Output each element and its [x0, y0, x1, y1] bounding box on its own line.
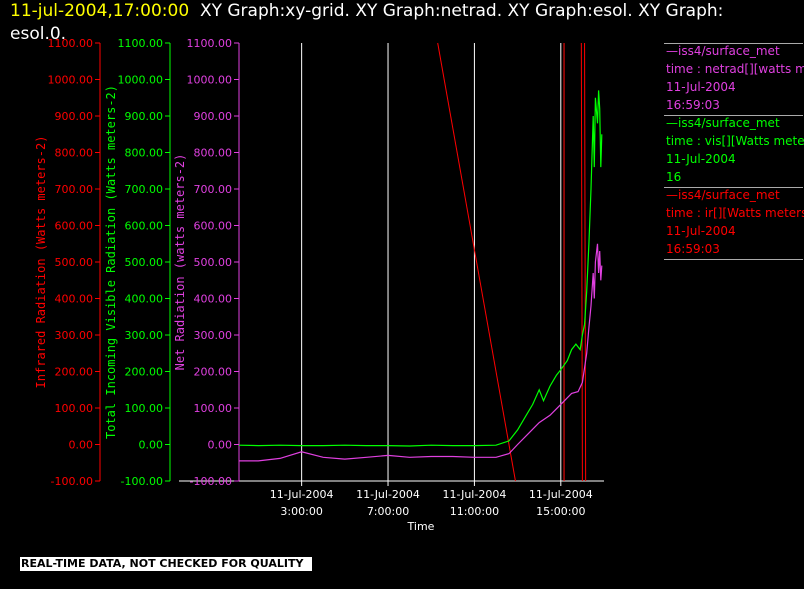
y-tick-label-vis: 200.00	[125, 366, 164, 379]
y-tick-label-vis: 1100.00	[118, 37, 164, 50]
y-tick-label-vis: 100.00	[125, 402, 164, 415]
y-tick-label-ir: 700.00	[55, 183, 94, 196]
y-tick-label-ir: 1100.00	[48, 37, 94, 50]
y-tick-label-ir: 400.00	[55, 293, 94, 306]
x-axis-label: Time	[407, 520, 435, 533]
y-tick-label-vis: 700.00	[125, 183, 164, 196]
x-tick-label-time: 15:00:00	[536, 505, 585, 518]
y-tick-label-ir: -100.00	[51, 475, 93, 488]
y-tick-label-ir: 200.00	[55, 366, 94, 379]
y-tick-label-ir: 800.00	[55, 147, 94, 160]
legend-entry-line2: time : ir[][Watts meters-2]	[666, 206, 804, 220]
net-series-line	[239, 243, 603, 462]
y-tick-label-vis: 400.00	[125, 293, 164, 306]
y-tick-label-vis: 0.00	[139, 439, 164, 452]
ir-series-line	[584, 42, 587, 482]
x-tick-label-date: 11-Jul-2004	[529, 488, 593, 501]
legend-entry-line4: 16	[666, 170, 682, 184]
legend-entry-line3: 11-Jul-2004	[666, 80, 736, 94]
legend-entry-line2: time : vis[][Watts meters-2]	[666, 134, 804, 148]
y-tick-label-vis: 800.00	[125, 147, 164, 160]
legend-entry-line1: —iss4/surface_met	[666, 188, 780, 202]
y-tick-label-vis: -100.00	[121, 475, 163, 488]
y-tick-label-net: 600.00	[194, 220, 233, 233]
y-tick-label-vis: 1000.00	[118, 74, 164, 87]
ir-series-line	[437, 42, 516, 482]
y-tick-label-ir: 100.00	[55, 402, 94, 415]
legend-entry-line1: —iss4/surface_met	[666, 44, 780, 58]
legend-entry-line4: 16:59:03	[666, 98, 720, 112]
x-tick-label-time: 11:00:00	[450, 505, 499, 518]
y-tick-label-net: -100.00	[190, 475, 232, 488]
y-tick-label-net: 100.00	[194, 402, 233, 415]
y-axis-label-ir: Infrared Radiation (Watts meters-2)	[34, 136, 48, 389]
vis-series-line	[238, 90, 603, 447]
y-tick-label-net: 1000.00	[187, 74, 233, 87]
legend-entry-line2: time : netrad[][watts meters-2]	[666, 62, 804, 76]
x-tick-label-time: 7:00:00	[367, 505, 409, 518]
legend-entry-line3: 11-Jul-2004	[666, 224, 736, 238]
y-tick-label-vis: 900.00	[125, 110, 164, 123]
y-tick-label-vis: 600.00	[125, 220, 164, 233]
y-tick-label-net: 0.00	[208, 439, 233, 452]
y-tick-label-ir: 300.00	[55, 329, 94, 342]
y-tick-label-ir: 0.00	[69, 439, 94, 452]
y-tick-label-net: 1100.00	[187, 37, 233, 50]
y-tick-label-ir: 600.00	[55, 220, 94, 233]
y-tick-label-net: 400.00	[194, 293, 233, 306]
legend-separator	[664, 259, 803, 260]
x-tick-label-date: 11-Jul-2004	[443, 488, 507, 501]
legend-entry-line3: 11-Jul-2004	[666, 152, 736, 166]
legend-entry-line1: —iss4/surface_met	[666, 116, 780, 130]
y-axis-label-net: Net Radiation (watts meters-2)	[173, 154, 187, 371]
y-tick-label-net: 900.00	[194, 110, 233, 123]
ir-series-line	[580, 42, 583, 482]
y-axis-label-vis: Total Incoming Visible Radiation (Watts …	[104, 85, 118, 439]
y-tick-label-net: 200.00	[194, 366, 233, 379]
y-tick-label-ir: 500.00	[55, 256, 94, 269]
y-tick-label-vis: 300.00	[125, 329, 164, 342]
x-tick-label-date: 11-Jul-2004	[356, 488, 420, 501]
y-tick-label-net: 800.00	[194, 147, 233, 160]
y-tick-label-ir: 900.00	[55, 110, 94, 123]
x-tick-label-time: 3:00:00	[280, 505, 322, 518]
y-tick-label-ir: 1000.00	[48, 74, 94, 87]
legend-entry-line4: 16:59:03	[666, 242, 720, 256]
y-tick-label-net: 500.00	[194, 256, 233, 269]
y-tick-label-net: 300.00	[194, 329, 233, 342]
y-tick-label-vis: 500.00	[125, 256, 164, 269]
quality-disclaimer: REAL-TIME DATA, NOT CHECKED FOR QUALITY	[20, 557, 312, 571]
x-tick-label-date: 11-Jul-2004	[270, 488, 334, 501]
y-tick-label-net: 700.00	[194, 183, 233, 196]
